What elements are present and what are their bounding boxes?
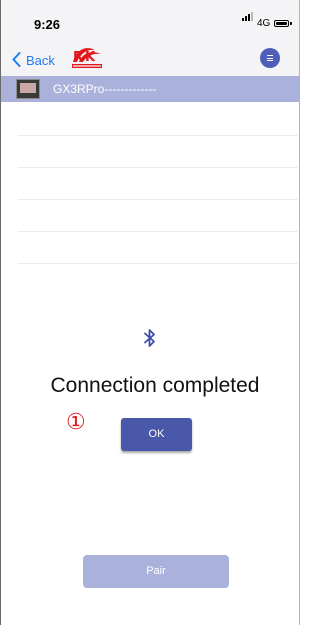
device-thumbnail — [16, 79, 40, 99]
rion-logo: R K — [72, 48, 102, 68]
network-type: 4G — [257, 18, 271, 29]
list-separator — [18, 167, 298, 168]
list-separator — [18, 135, 298, 136]
svg-text:K: K — [85, 50, 96, 65]
bluetooth-icon — [144, 329, 155, 347]
svg-text:R: R — [73, 50, 83, 65]
chevron-left-icon — [12, 52, 21, 67]
battery-tip — [290, 22, 292, 25]
app-screen: 9:26 4G Back R K GX3RPro------------- Co… — [0, 0, 300, 625]
back-label: Back — [26, 53, 55, 68]
list-separator — [18, 231, 298, 232]
device-row[interactable]: GX3RPro------------- — [1, 76, 299, 102]
list-separator — [18, 263, 298, 264]
connection-status-message: Connection completed — [50, 374, 260, 397]
status-time: 9:26 — [34, 17, 61, 32]
status-bar: 9:26 4G — [1, 0, 299, 40]
pair-button[interactable]: Pair — [83, 555, 229, 588]
device-name: GX3RPro------------- — [53, 82, 157, 96]
ok-button[interactable]: OK — [121, 418, 192, 451]
step-marker: ① — [66, 410, 86, 435]
list-separator — [18, 199, 298, 200]
nav-bar: Back R K — [1, 40, 299, 76]
frame-border-right — [299, 0, 300, 625]
battery-icon — [274, 20, 289, 27]
menu-button[interactable] — [260, 48, 280, 68]
